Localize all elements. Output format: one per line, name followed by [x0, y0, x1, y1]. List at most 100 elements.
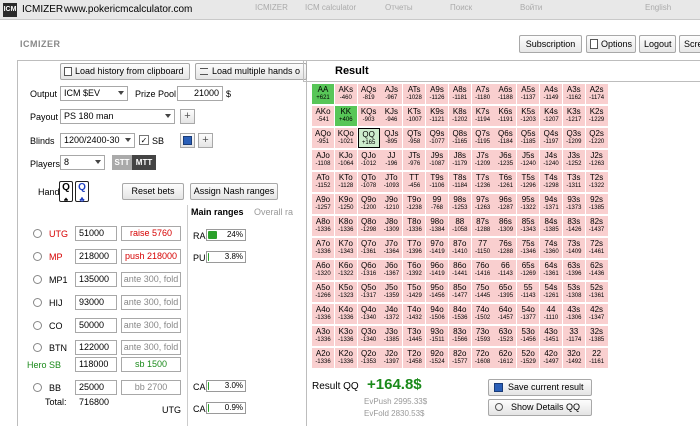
range-cell[interactable]: K4s -1207	[540, 106, 562, 126]
range-cell[interactable]: T4s -1298	[540, 172, 562, 192]
range-cell[interactable]: 92s -1385	[585, 194, 608, 214]
range-cell[interactable]: K6o -1322	[334, 260, 357, 280]
range-cell[interactable]: T6s -1261	[494, 172, 517, 192]
position-radio[interactable]	[33, 229, 42, 238]
range-cell[interactable]: KTs -1007	[403, 106, 426, 126]
stt-toggle[interactable]: STT	[112, 155, 132, 170]
stack-input[interactable]: 25000	[75, 380, 117, 395]
range-cell[interactable]: J7o -1364	[380, 238, 403, 258]
range-cell[interactable]: J8s -1179	[448, 150, 471, 170]
bg-tab[interactable]: Войти	[520, 3, 542, 12]
range-cell[interactable]: J9o -1210	[380, 194, 403, 214]
range-cell[interactable]: 42s -1347	[585, 304, 608, 324]
range-cell[interactable]: Q5o -1317	[357, 282, 380, 302]
range-cell[interactable]: 98s -1253	[448, 194, 471, 214]
range-cell[interactable]: T2s -1322	[585, 172, 608, 192]
range-cell[interactable]: ATs -1028	[403, 84, 426, 104]
output-select[interactable]: ICM $EV	[60, 86, 128, 101]
range-cell[interactable]: QQ +165	[357, 128, 380, 148]
options-button[interactable]: Options	[586, 35, 636, 53]
range-cell[interactable]: 54s -1261	[540, 282, 562, 302]
load-multiple-button[interactable]: Load multiple hands o	[195, 63, 307, 80]
range-cell[interactable]: K9s -1121	[426, 106, 448, 126]
range-cell[interactable]: A9s -1126	[426, 84, 448, 104]
range-cell[interactable]: AJs -967	[380, 84, 403, 104]
range-cell[interactable]: 32s -1385	[585, 326, 608, 346]
range-cell[interactable]: 76o -1416	[471, 260, 494, 280]
action-field[interactable]: ante 300, fold	[121, 340, 181, 355]
range-cell[interactable]: Q4s -1197	[540, 128, 562, 148]
range-cell[interactable]: 85s -1343	[517, 216, 540, 236]
range-cell[interactable]: 72s -1461	[585, 238, 608, 258]
range-cell[interactable]: AKs -460	[334, 84, 357, 104]
action-field[interactable]: push 218000	[121, 249, 181, 264]
add-payout-button[interactable]: +	[180, 109, 195, 124]
action-field[interactable]: ante 300, fold	[121, 272, 181, 287]
range-cell[interactable]: J4o -1372	[380, 304, 403, 324]
tab-overall-ranges[interactable]: Overall ra	[254, 207, 293, 217]
range-cell[interactable]: 93o -1511	[426, 326, 448, 346]
range-cell[interactable]: 85o -1477	[448, 282, 471, 302]
range-cell[interactable]: 73o -1593	[471, 326, 494, 346]
range-cell[interactable]: T5s -1296	[517, 172, 540, 192]
range-cell[interactable]: 83s -1426	[562, 216, 585, 236]
range-cell[interactable]: Q7s -1195	[471, 128, 494, 148]
range-cell[interactable]: 62s -1436	[585, 260, 608, 280]
range-cell[interactable]: J6s -1235	[494, 150, 517, 170]
stack-input[interactable]: 118000	[75, 357, 117, 372]
range-cell[interactable]: J2o -1397	[380, 348, 403, 368]
range-cell[interactable]: 96o -1419	[426, 260, 448, 280]
reset-bets-button[interactable]: Reset bets	[122, 183, 184, 200]
range-cell[interactable]: A5o -1266	[312, 282, 334, 302]
range-cell[interactable]: 88 -1058	[448, 216, 471, 236]
range-cell[interactable]: A3o -1336	[312, 326, 334, 346]
save-result-button[interactable]: Save current result	[488, 379, 592, 396]
range-cell[interactable]: Q9o -1200	[357, 194, 380, 214]
range-cell[interactable]: A6s -1188	[494, 84, 517, 104]
show-details-button[interactable]: Show Details QQ	[488, 399, 592, 416]
range-cell[interactable]: K3s -1217	[562, 106, 585, 126]
range-cell[interactable]: A2o -1336	[312, 348, 334, 368]
range-cell[interactable]: K9o -1250	[334, 194, 357, 214]
range-cell[interactable]: Q8s -1165	[448, 128, 471, 148]
range-cell[interactable]: Q8o -1298	[357, 216, 380, 236]
range-cell[interactable]: A7s -1180	[471, 84, 494, 104]
bg-tab[interactable]: English	[645, 3, 671, 12]
range-cell[interactable]: 96s -1287	[494, 194, 517, 214]
range-cell[interactable]: 95o -1456	[426, 282, 448, 302]
range-cell[interactable]: 82s -1437	[585, 216, 608, 236]
range-cell[interactable]: J9s -1087	[426, 150, 448, 170]
range-cell[interactable]: AQo -951	[312, 128, 334, 148]
range-cell[interactable]: 77 -1150	[471, 238, 494, 258]
range-cell[interactable]: JTs -976	[403, 150, 426, 170]
range-cell[interactable]: T2o -1458	[403, 348, 426, 368]
range-cell[interactable]: AA +621	[312, 84, 334, 104]
range-cell[interactable]: QJo -1012	[357, 150, 380, 170]
range-cell[interactable]: JJ -196	[380, 150, 403, 170]
range-cell[interactable]: J2s -1263	[585, 150, 608, 170]
range-cell[interactable]: A2s -1174	[585, 84, 608, 104]
range-cell[interactable]: AQs -819	[357, 84, 380, 104]
position-radio[interactable]	[33, 343, 42, 352]
stack-input[interactable]: 218000	[75, 249, 117, 264]
range-cell[interactable]: 83o -1566	[448, 326, 471, 346]
range-cell[interactable]: 92o -1524	[426, 348, 448, 368]
bg-tab[interactable]: Поиск	[450, 3, 472, 12]
range-cell[interactable]: 95s -1322	[517, 194, 540, 214]
range-cell[interactable]: 75o -1445	[471, 282, 494, 302]
range-cell[interactable]: 55 -1143	[517, 282, 540, 302]
range-cell[interactable]: 73s -1409	[562, 238, 585, 258]
position-radio[interactable]	[33, 252, 42, 261]
range-cell[interactable]: TT -456	[403, 172, 426, 192]
range-cell[interactable]: A4s -1149	[540, 84, 562, 104]
subscription-button[interactable]: Subscription	[519, 35, 582, 53]
range-cell[interactable]: KTo -1128	[334, 172, 357, 192]
range-cell[interactable]: 74s -1360	[540, 238, 562, 258]
range-cell[interactable]: Q7o -1361	[357, 238, 380, 258]
players-select[interactable]: 8	[60, 155, 105, 170]
action-field[interactable]: ante 300, fold	[121, 318, 181, 333]
range-cell[interactable]: 99 -768	[426, 194, 448, 214]
range-cell[interactable]: 98o -1384	[426, 216, 448, 236]
range-cell[interactable]: KK +406	[334, 106, 357, 126]
range-cell[interactable]: J6o -1367	[380, 260, 403, 280]
